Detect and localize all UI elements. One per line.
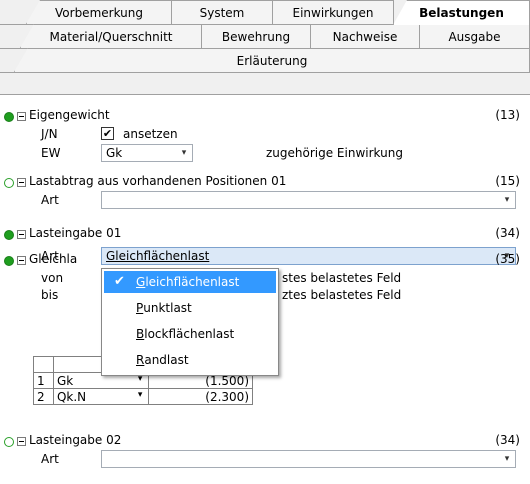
section-title-gleichla: Gleichla [29, 252, 78, 266]
status-inactive-icon [4, 178, 14, 188]
section-count: (34) [495, 226, 520, 240]
tab-vorbemerkung[interactable]: Vorbemerkung [26, 0, 172, 24]
chevron-down-icon: ▾ [504, 195, 510, 205]
tab-bewehrung[interactable]: Bewehrung [201, 24, 311, 48]
value-cell[interactable]: (2.300) [148, 388, 253, 405]
tab-einwirkungen[interactable]: Einwirkungen [272, 0, 394, 24]
check-icon: ✔ [114, 274, 125, 289]
dropdown-option-blockflaechenlast[interactable]: Blockflächenlast [104, 323, 276, 345]
tab-row-divider [0, 72, 530, 73]
tab-system[interactable]: System [171, 0, 273, 24]
status-active-icon [4, 112, 14, 122]
tab-nachweise[interactable]: Nachweise [310, 24, 420, 48]
ansetzen-label: ansetzen [123, 127, 178, 141]
collapse-icon[interactable] [17, 437, 26, 446]
chevron-down-icon: ▾ [181, 148, 187, 158]
dropdown-option-randlast[interactable]: Randlast [104, 349, 276, 371]
ew-select[interactable]: Gk ▾ [101, 144, 193, 162]
ew-label: EW [41, 146, 61, 160]
dropdown-option-gleichflaechenlast[interactable]: ✔ Gleichflächenlast [104, 271, 276, 293]
status-active-icon [4, 230, 14, 240]
dropdown-option-punktlast[interactable]: Punktlast [104, 297, 276, 319]
lastabtrag-art-select[interactable]: ▾ [101, 191, 516, 209]
bis-field-text: ztes belastetes Feld [282, 288, 402, 302]
section-title-lasteingabe-02: Lasteingabe 02 [29, 433, 122, 447]
von-field-text: stes belastetes Feld [282, 271, 402, 285]
lasteingabe-01-art-select[interactable]: Gleichflächenlast ▾ [101, 247, 516, 265]
content-panel: Eigengewicht (13) J/N ✔ ansetzen EW Gk ▾… [0, 94, 530, 484]
lasteingabe-02-art-select[interactable]: ▾ [101, 450, 516, 468]
chevron-down-icon: ▾ [137, 390, 143, 400]
row-number: 2 [33, 388, 54, 405]
jn-label: J/N [41, 127, 58, 141]
section-title-eigengewicht: Eigengewicht [29, 108, 110, 122]
art-label: Art [41, 452, 59, 466]
check-icon: ✔ [102, 127, 113, 140]
section-title-lastabtrag: Lastabtrag aus vorhandenen Positionen 01 [29, 174, 287, 188]
section-count: (34) [495, 433, 520, 447]
einwirkung-select[interactable]: Qk.N ▾ [52, 388, 150, 405]
table-row[interactable]: 2 Qk.N ▾ (2.300) [33, 388, 253, 405]
collapse-icon[interactable] [17, 112, 26, 121]
ew-note: zugehörige Einwirkung [266, 146, 403, 160]
collapse-icon[interactable] [17, 256, 26, 265]
chevron-down-icon: ▾ [504, 454, 510, 464]
bis-label: bis [41, 288, 59, 302]
von-label: von [41, 271, 64, 285]
collapse-icon[interactable] [17, 230, 26, 239]
status-active-icon [4, 256, 14, 266]
tab-belastungen[interactable]: Belastungen [393, 0, 530, 25]
art-label: Art [41, 193, 59, 207]
ansetzen-checkbox[interactable]: ✔ [101, 127, 114, 140]
section-count: (13) [495, 108, 520, 122]
tab-material-querschnitt[interactable]: Material/Querschnitt [20, 24, 202, 48]
status-inactive-icon [4, 437, 14, 447]
section-count: (35) [495, 252, 520, 266]
tab-ausgabe[interactable]: Ausgabe [419, 24, 530, 48]
row-number: 1 [33, 372, 54, 389]
section-title-lasteingabe-01: Lasteingabe 01 [29, 226, 122, 240]
art-dropdown-list: ✔ Gleichflächenlast Punktlast Blockfläch… [101, 268, 279, 376]
tab-strip: Vorbemerkung System Einwirkungen Belastu… [0, 0, 530, 94]
tab-erlaeuterung[interactable]: Erläuterung [14, 48, 530, 72]
section-count: (15) [495, 174, 520, 188]
collapse-icon[interactable] [17, 178, 26, 187]
